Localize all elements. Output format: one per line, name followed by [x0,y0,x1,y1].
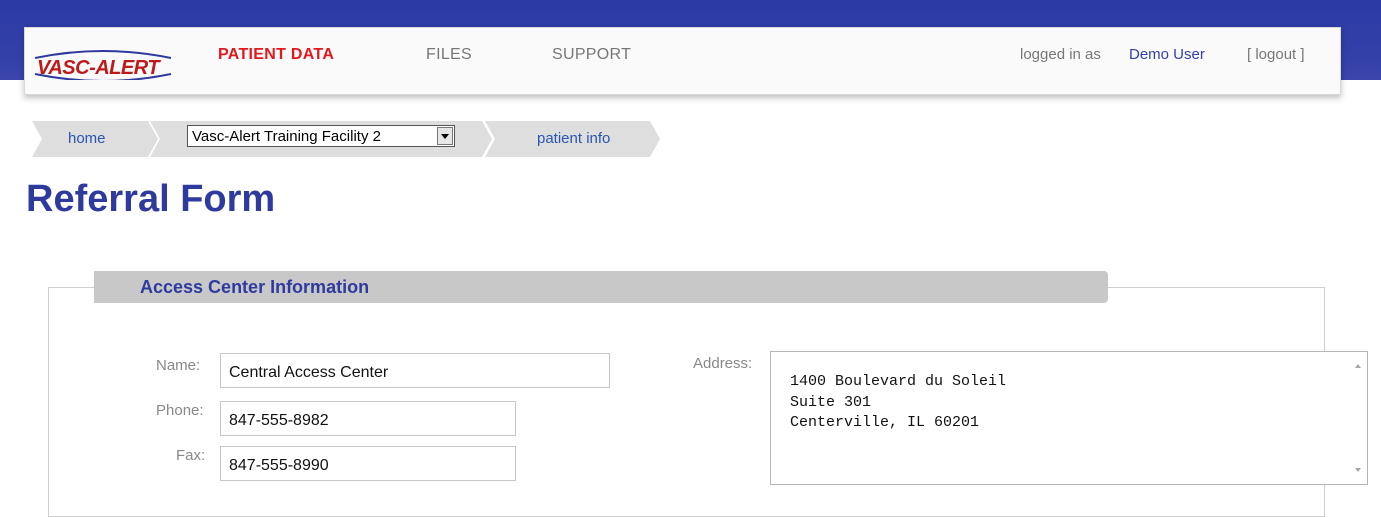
logout-link[interactable]: [ logout ] [1247,46,1305,63]
nav-support[interactable]: SUPPORT [552,46,631,64]
facility-select-value: Vasc-Alert Training Facility 2 [192,128,381,145]
nav-files[interactable]: FILES [426,46,472,64]
address-textarea[interactable]: 1400 Boulevard du Soleil Suite 301 Cente… [770,351,1368,485]
breadcrumb-home[interactable]: home [32,121,158,157]
user-name-link[interactable]: Demo User [1129,46,1205,63]
chevron-down-icon[interactable] [437,127,453,145]
breadcrumb-patient-info[interactable]: patient info [485,121,660,157]
facility-select[interactable]: Vasc-Alert Training Facility 2 [187,125,455,147]
page-title: Referral Form [26,178,276,220]
address-scrollbar[interactable] [1350,352,1367,484]
name-label: Name: [156,357,201,374]
phone-label: Phone: [156,402,204,419]
scroll-up-arrow-icon[interactable] [1355,364,1361,368]
fax-field-value: 847-555-8990 [229,457,329,474]
name-field[interactable]: Central Access Center [220,353,610,388]
fax-field[interactable]: 847-555-8990 [220,446,516,481]
scroll-down-arrow-icon[interactable] [1355,468,1361,472]
section-title: Access Center Information [140,277,370,297]
vasc-alert-logo[interactable]: VASC-ALERT [33,50,173,80]
breadcrumb-patient-info-label: patient info [537,130,611,147]
address-line-1: 1400 Boulevard du Soleil [790,373,1007,390]
nav-patient-data[interactable]: PATIENT DATA [218,46,334,64]
phone-field-value: 847-555-8982 [229,412,329,429]
section-header: Access Center Information [94,271,1108,303]
logo-text: VASC-ALERT [37,57,160,79]
address-line-2: Suite 301 [790,394,872,411]
phone-field[interactable]: 847-555-8982 [220,401,516,436]
navigation-bar: VASC-ALERT PATIENT DATA FILES SUPPORT lo… [24,27,1341,95]
address-label: Address: [693,355,753,372]
breadcrumb-home-label: home [68,130,106,147]
address-line-3: Centerville, IL 60201 [790,414,980,431]
logged-in-label: logged in as [1020,46,1101,63]
fax-label: Fax: [176,447,206,464]
name-field-value: Central Access Center [229,364,389,381]
